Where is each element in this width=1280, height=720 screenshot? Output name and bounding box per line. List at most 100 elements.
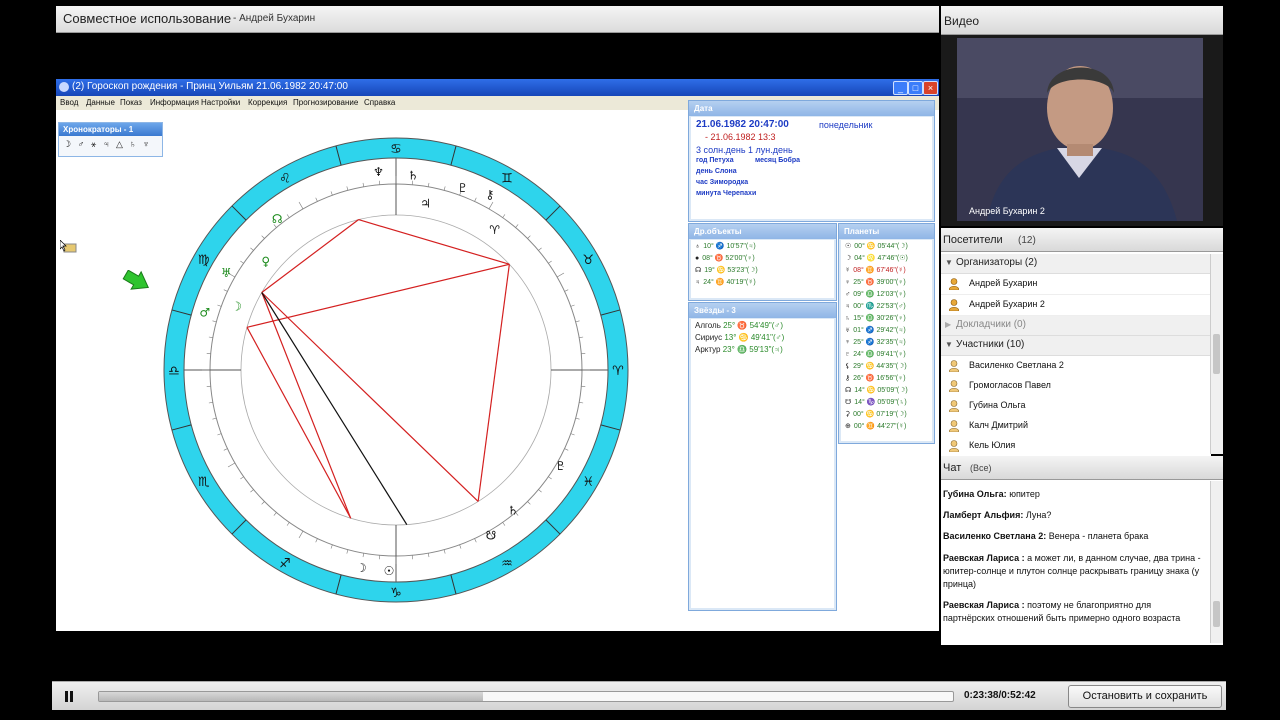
- maximize-button[interactable]: □: [908, 81, 923, 95]
- menu-info[interactable]: Информация: [150, 98, 199, 107]
- planets-panel: Планеты ☉ 00° ♋ 05'44"(☽) ☽ 04° ♌ 47'46"(☉)…: [838, 223, 935, 444]
- app-icon: [59, 82, 69, 92]
- participant-person-icon: [949, 400, 959, 412]
- zodiac-glyph: ♉: [582, 253, 594, 268]
- menu-input[interactable]: Ввод: [60, 98, 78, 107]
- participant-person-icon: [949, 380, 959, 392]
- planet-row: ☿ 08° ♊ 67'46"(☿): [845, 267, 906, 274]
- planet-glyph: ☉: [384, 564, 395, 578]
- attendees-title: Посетители: [943, 234, 1003, 246]
- chat-message: Раевская Лариса : поэтому не благоприятн…: [943, 600, 1181, 623]
- share-pod-header: Совместное использование - Андрей Бухари…: [56, 6, 939, 33]
- chinese-month: месяц Бобра: [755, 157, 801, 164]
- planet-row: ⚸ 29° ♋ 44'35"(☽): [845, 363, 907, 370]
- recording-stage: Совместное использование - Андрей Бухари…: [0, 0, 1280, 720]
- participant-person-icon: [949, 420, 959, 432]
- attendee-row[interactable]: Громогласов Павел: [941, 376, 1211, 397]
- planet-row: ☋ 14° ♑ 05'09"(♄): [845, 399, 907, 406]
- planet-glyph: ☊: [272, 212, 283, 226]
- planet-row: ♄ 15° ♎ 30'26"(♀): [845, 315, 906, 322]
- natal-chart-wheel[interactable]: ♈ ♉ ♊ ♋ ♌ ♍ ♎ ♏ ♐ ♑ ♒ ♓ ♆ ♄ ♇ ⚷ ♅ ♂ ☽ ♀ ☊ ♃ ♈ ☉ ☽ ☋ ♄ ♇: [156, 130, 636, 610]
- chat-message: Василенко Светлана 2: Венера - планета б…: [943, 531, 1149, 541]
- date-panel: Дата 21.06.1982 20:47:00 понедельник - 2…: [688, 100, 935, 222]
- date-time: 21.06.1982 20:47:00: [696, 119, 789, 130]
- webcam-feed[interactable]: Андрей Бухарин 2: [957, 38, 1203, 221]
- attendee-row[interactable]: Калч Дмитрий: [941, 416, 1211, 437]
- playback-bar: 0:23:38/0:52:42 Остановить и сохранить: [52, 681, 1226, 710]
- menu-data[interactable]: Данные: [86, 98, 115, 107]
- chat-message-list: Губина Ольга: юпитер Ламберт Альфия: Луна…: [941, 483, 1209, 645]
- menu-settings[interactable]: Настройки: [201, 98, 240, 107]
- chat-scrollbar[interactable]: [1210, 481, 1223, 643]
- star-row: Арктур 23° ♎ 59'13"(♃): [695, 345, 783, 354]
- webcam-person-image: [957, 38, 1203, 221]
- planet-row: ♃ 00° ♏ 22'53"(♂): [845, 303, 906, 310]
- attendee-row[interactable]: Губина Ольга: [941, 396, 1211, 417]
- chronocrators-icons: ☽ ♂ ⚹ ♃ △ ♄ ♆: [63, 139, 152, 149]
- chat-scope[interactable]: (Все): [970, 463, 992, 473]
- date-line-2: - 21.06.1982 13:3: [705, 132, 776, 142]
- chronocrators-panel[interactable]: Хронократоры - 1 ☽ ♂ ⚹ ♃ △ ♄ ♆: [58, 122, 163, 157]
- presenters-group-label: Докладчики (0): [956, 319, 1026, 330]
- attendee-row[interactable]: Кель Юлия: [941, 436, 1211, 457]
- expand-triangle-icon: ▶: [945, 320, 952, 329]
- green-arrow-icon: [122, 270, 150, 290]
- chinese-hour: час Зимородка: [696, 179, 749, 186]
- menu-view[interactable]: Показ: [120, 98, 142, 107]
- attendee-name: Василенко Светлана 2: [969, 360, 1064, 370]
- attendees-scrollbar[interactable]: [1210, 254, 1223, 454]
- menu-correction[interactable]: Коррекция: [248, 98, 287, 107]
- chat-message: Ламберт Альфия: Луна?: [943, 510, 1052, 520]
- minimize-button[interactable]: _: [893, 81, 908, 95]
- participant-person-icon: [949, 440, 959, 452]
- planet-row: ♂ 09° ♎ 12'03"(♀): [845, 291, 906, 298]
- chat-header: Чат (Все): [941, 456, 1223, 480]
- presenters-group[interactable]: ▶ Докладчики (0): [941, 316, 1211, 336]
- chronocrators-title: Хронократоры - 1: [59, 123, 162, 136]
- playback-progress-bar[interactable]: [98, 691, 954, 702]
- planet-glyph: ♅: [221, 266, 232, 280]
- astro-window: (2) Гороскоп рождения - Принц Уильям 21.…: [56, 79, 939, 631]
- participants-group[interactable]: ▼ Участники (10): [941, 336, 1211, 356]
- lunar-day: 3 солн.день 1 лун.день: [696, 145, 793, 155]
- planet-row: ⚷ 26° ♉ 16'56"(♀): [845, 375, 906, 382]
- planet-glyph: ☽: [356, 561, 367, 575]
- weekday: понедельник: [819, 120, 873, 130]
- attendee-row[interactable]: Василенко Светлана 2: [941, 356, 1211, 377]
- star-row: Сириус 13° ♋ 49'41"(♂): [695, 333, 785, 342]
- aspect-circle: [240, 214, 552, 526]
- other-objects-title: Др.объекты: [689, 224, 836, 239]
- planet-glyph: ⚷: [485, 187, 494, 201]
- attendee-row[interactable]: Андрей Бухарин: [941, 274, 1211, 295]
- video-pod: Видео Андрей Бухарин 2: [941, 6, 1223, 226]
- other-object-row: ● 08° ♉ 52'00"(♀): [695, 255, 755, 262]
- menu-forecast[interactable]: Прогнозирование: [293, 98, 358, 107]
- chat-title: Чат: [943, 462, 962, 474]
- zodiac-glyph: ♏: [198, 475, 210, 490]
- planet-row: ♀ 25° ♉ 39'00"(♀): [845, 279, 906, 286]
- stop-and-save-button[interactable]: Остановить и сохранить: [1068, 685, 1222, 708]
- zodiac-glyph: ♊: [501, 172, 513, 187]
- planet-row: ♇ 24° ♎ 09'41"(♀): [845, 351, 906, 358]
- zodiac-glyph: ♑: [390, 586, 402, 601]
- planet-glyph: ♃: [420, 197, 431, 211]
- planet-glyph: ♇: [457, 181, 468, 195]
- video-pod-header: Видео: [941, 6, 1223, 35]
- planet-row: ☉ 00° ♋ 05'44"(☽): [845, 243, 908, 250]
- other-object-row: ♁ 10° ♐ 10'57"(♃): [695, 243, 756, 250]
- chat-message: Раевская Лариса : а может ли, в данном с…: [943, 553, 1201, 589]
- desktop-shortcut-icon[interactable]: [60, 240, 78, 254]
- zodiac-glyph: ♓: [582, 475, 594, 490]
- attendee-row[interactable]: Андрей Бухарин 2: [941, 295, 1211, 316]
- close-button[interactable]: ×: [923, 81, 938, 95]
- other-object-row: ☊ 19° ♋ 53'23"(☽): [695, 267, 758, 274]
- pause-button[interactable]: [58, 687, 80, 705]
- menu-help[interactable]: Справка: [364, 98, 395, 107]
- planet-glyph: ♇: [555, 459, 566, 473]
- planet-row: ⚳ 00° ♋ 07'19"(☽): [845, 411, 907, 418]
- date-panel-title: Дата: [689, 101, 934, 116]
- organizers-group[interactable]: ▼ Организаторы (2): [941, 254, 1211, 274]
- planets-title: Планеты: [839, 224, 934, 239]
- share-pod-title: Совместное использование: [63, 11, 232, 26]
- chat-message: Губина Ольга: юпитер: [943, 489, 1040, 499]
